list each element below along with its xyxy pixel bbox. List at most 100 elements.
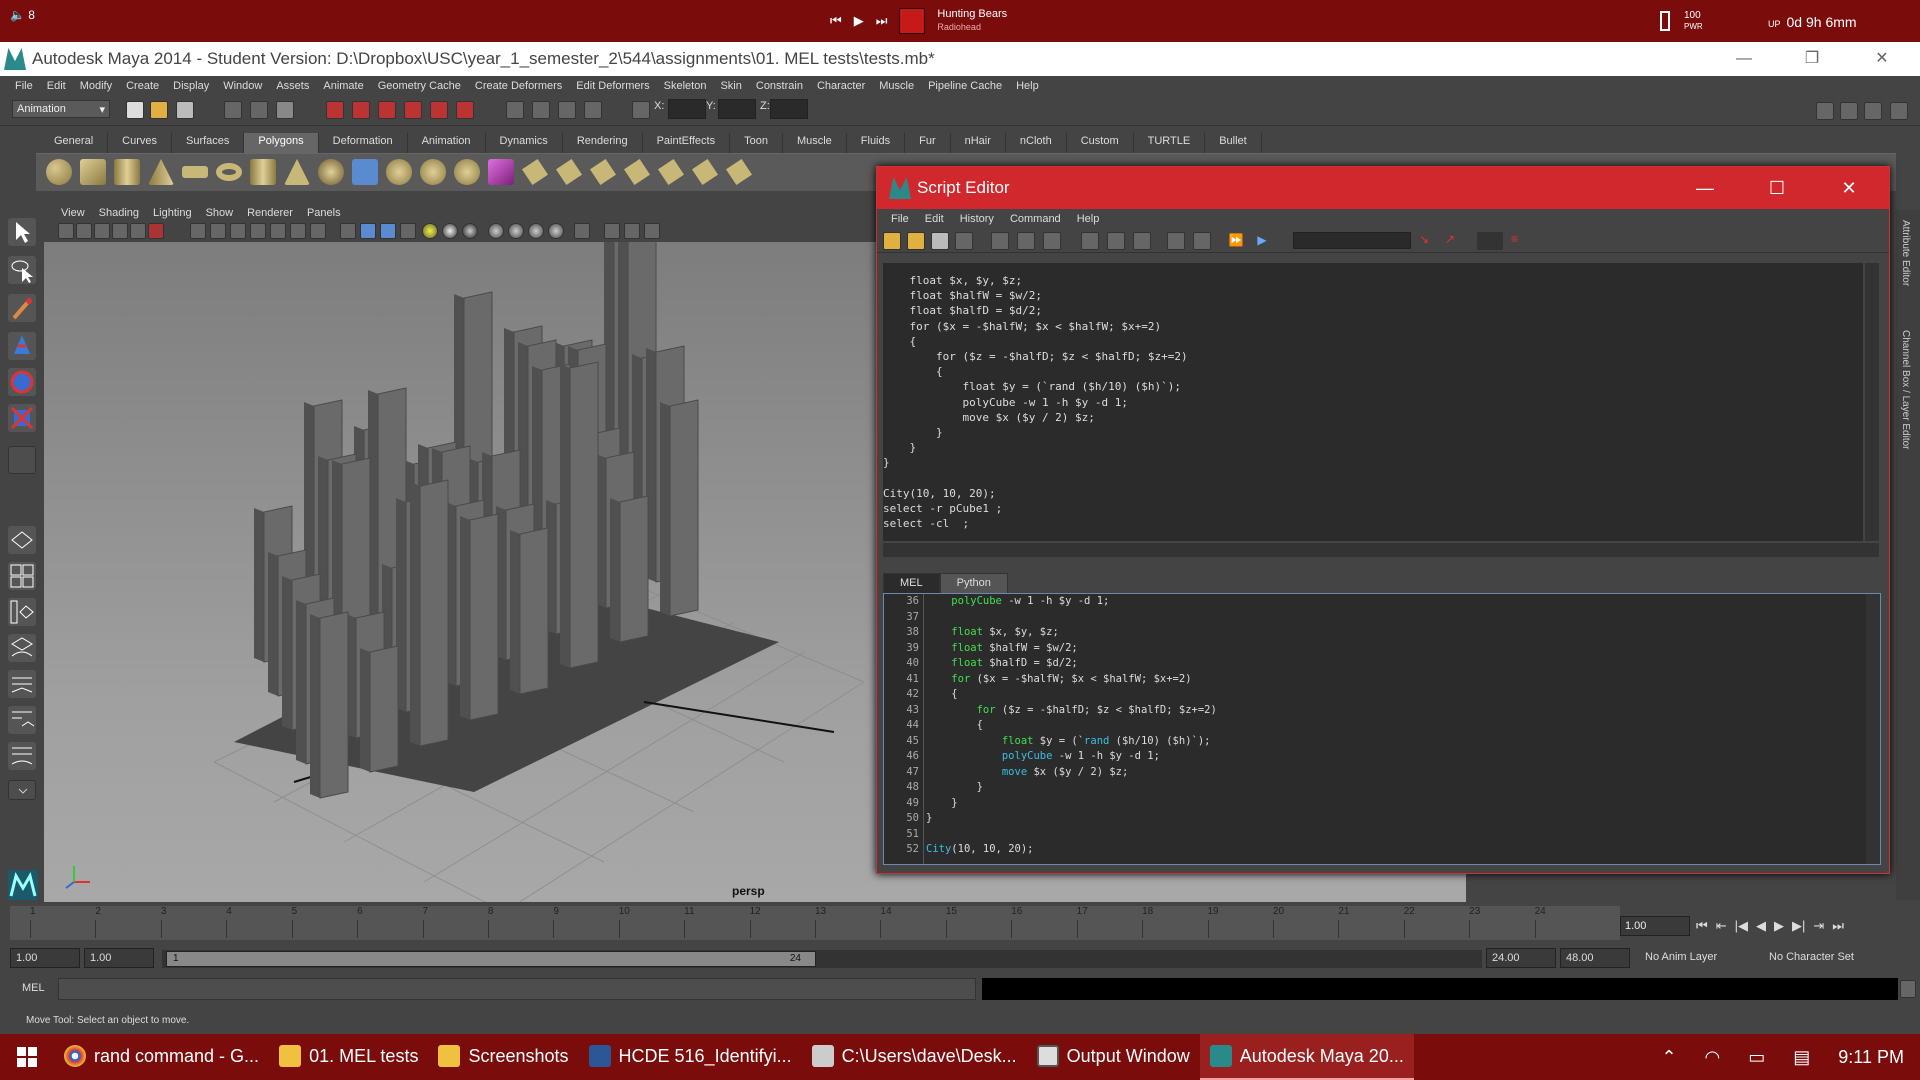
- menu-geometry-cache[interactable]: Geometry Cache: [371, 80, 468, 92]
- smooth-icon[interactable]: [454, 159, 480, 185]
- save-to-shelf-icon[interactable]: [955, 232, 973, 250]
- multisample-aa-icon[interactable]: [508, 223, 524, 239]
- motion-blur-icon[interactable]: [488, 223, 504, 239]
- offset-edge-loop-icon[interactable]: [692, 159, 718, 185]
- viewport-menu-panels[interactable]: Panels: [300, 204, 348, 222]
- poly-plane-icon[interactable]: [182, 166, 208, 178]
- range-slider-handle[interactable]: 1 24: [166, 951, 816, 967]
- hypershade-persp-layout-icon[interactable]: [8, 670, 36, 698]
- search-field[interactable]: [1293, 232, 1411, 249]
- screen-space-ao-icon[interactable]: [462, 223, 478, 239]
- shelf-tab-animation[interactable]: Animation: [408, 133, 486, 153]
- show-history-icon[interactable]: [1081, 232, 1099, 250]
- tab-mel[interactable]: MEL: [883, 573, 940, 593]
- character-set-dropdown[interactable]: No Character Set: [1764, 948, 1884, 968]
- play-backwards-icon[interactable]: ◀: [1756, 918, 1766, 934]
- search-up-icon[interactable]: ↗: [1445, 232, 1463, 250]
- textured-icon[interactable]: [400, 223, 416, 239]
- step-forward-frame-icon[interactable]: ▶|: [1792, 918, 1805, 934]
- toggle-sidebar-icon[interactable]: [1816, 102, 1834, 120]
- gate-mask-icon[interactable]: [250, 223, 266, 239]
- menu-edit-deformers[interactable]: Edit Deformers: [569, 80, 656, 92]
- xray-icon[interactable]: [574, 223, 590, 239]
- current-frame-field[interactable]: 1.00: [1620, 916, 1690, 936]
- go-to-start-icon[interactable]: ⏮: [1696, 918, 1708, 934]
- menu-help[interactable]: Help: [1009, 80, 1046, 92]
- open-scene-icon[interactable]: [150, 101, 168, 119]
- rotate-tool-icon[interactable]: [8, 368, 36, 396]
- wireframe-on-shaded-icon[interactable]: [380, 223, 396, 239]
- combine-icon[interactable]: [352, 159, 378, 185]
- new-scene-icon[interactable]: [126, 101, 144, 119]
- persp-outliner-layout-icon[interactable]: [8, 598, 36, 626]
- channel-box-tab[interactable]: Channel Box / Layer Editor: [1900, 330, 1911, 450]
- tab-python[interactable]: Python: [939, 573, 1008, 593]
- shelf-tab-ncloth[interactable]: nCloth: [1006, 133, 1067, 153]
- poly-pipe-icon[interactable]: [318, 159, 344, 185]
- last-tool-icon[interactable]: [8, 446, 36, 474]
- task-screenshots-folder[interactable]: Screenshots: [428, 1034, 578, 1080]
- minimize-button[interactable]: —: [1677, 167, 1733, 209]
- code-editor[interactable]: polyCube -w 1 -h $y -d 1; float $x, $y, …: [926, 594, 1862, 864]
- field-chart-icon[interactable]: [270, 223, 286, 239]
- attribute-editor-tab[interactable]: Attribute Editor: [1900, 220, 1911, 286]
- safe-action-icon[interactable]: [290, 223, 306, 239]
- shelf-tab-bullet[interactable]: Bullet: [1205, 133, 1262, 153]
- maximize-button[interactable]: ☐: [1749, 167, 1805, 209]
- save-scene-icon[interactable]: [176, 101, 194, 119]
- menu-edit[interactable]: Edit: [40, 80, 73, 92]
- clear-all-icon[interactable]: [1043, 232, 1061, 250]
- shelf-tab-curves[interactable]: Curves: [108, 133, 172, 153]
- film-gate-icon[interactable]: [210, 223, 226, 239]
- paint-select-tool-icon[interactable]: [8, 294, 36, 322]
- menu-constrain[interactable]: Constrain: [749, 80, 810, 92]
- image-plane-icon[interactable]: [112, 223, 128, 239]
- wireframe-icon[interactable]: [340, 223, 356, 239]
- channel-box-toggle-icon[interactable]: [1840, 102, 1858, 120]
- step-back-frame-icon[interactable]: |◀: [1735, 918, 1748, 934]
- make-live-icon[interactable]: [430, 101, 448, 119]
- font-size-field[interactable]: [1477, 232, 1503, 250]
- smooth-shade-icon[interactable]: [360, 223, 376, 239]
- start-time-field[interactable]: 1.00: [10, 948, 80, 968]
- script-menu-help[interactable]: Help: [1069, 209, 1108, 229]
- persp-graph-layout-icon[interactable]: [8, 634, 36, 662]
- script-editor-layout-icon[interactable]: [8, 742, 36, 770]
- four-view-layout-icon[interactable]: [8, 562, 36, 590]
- script-editor-title-bar[interactable]: Script Editor — ☐ ✕: [877, 167, 1889, 209]
- snap-grid-icon[interactable]: [326, 101, 344, 119]
- 2d-pan-zoom-icon[interactable]: [130, 223, 146, 239]
- play-forwards-icon[interactable]: ▶: [1774, 918, 1784, 934]
- more-layouts-icon[interactable]: [8, 780, 36, 800]
- select-component-icon[interactable]: [276, 101, 294, 119]
- chevron-up-icon[interactable]: ⌃: [1661, 1047, 1676, 1068]
- single-perspective-layout-icon[interactable]: [8, 526, 36, 554]
- task-cmd[interactable]: C:\Users\dave\Desk...: [802, 1034, 1027, 1080]
- menu-window[interactable]: Window: [216, 80, 269, 92]
- snap-point-icon[interactable]: [378, 101, 396, 119]
- viewport-menu-show[interactable]: Show: [199, 204, 241, 222]
- script-menu-edit[interactable]: Edit: [917, 209, 952, 229]
- menu-character[interactable]: Character: [810, 80, 872, 92]
- script-menu-file[interactable]: File: [883, 209, 917, 229]
- select-object-icon[interactable]: [250, 101, 268, 119]
- command-input[interactable]: [58, 978, 976, 1000]
- end-time-field[interactable]: 48.00: [1560, 948, 1630, 968]
- input-scrollbar[interactable]: [1866, 594, 1880, 864]
- transform-input-icon[interactable]: [632, 101, 650, 119]
- tool-settings-toggle-icon[interactable]: [1890, 102, 1908, 120]
- shelf-tab-custom[interactable]: Custom: [1067, 133, 1134, 153]
- task-chrome[interactable]: rand command - G...: [54, 1034, 269, 1080]
- wifi-icon[interactable]: ◠: [1705, 1047, 1721, 1068]
- menu-muscle[interactable]: Muscle: [872, 80, 921, 92]
- shelf-tab-dynamics[interactable]: Dynamics: [486, 133, 563, 153]
- lasso-tool-icon[interactable]: [8, 256, 36, 284]
- grid-toggle-icon[interactable]: [190, 223, 206, 239]
- viewport-menu-renderer[interactable]: Renderer: [240, 204, 300, 222]
- execute-icon[interactable]: ▶: [1253, 232, 1271, 250]
- poly-sphere-icon[interactable]: [46, 159, 72, 185]
- render-settings-icon[interactable]: [558, 101, 576, 119]
- shelf-tab-polygons[interactable]: Polygons: [244, 133, 319, 153]
- shelf-tab-fluids[interactable]: Fluids: [847, 133, 906, 153]
- time-slider[interactable]: 1 2 3 4 5 6 7 8 9 10 11 12 13 14 15 16 17 18 19 20 21 22 23 24: [10, 906, 1620, 940]
